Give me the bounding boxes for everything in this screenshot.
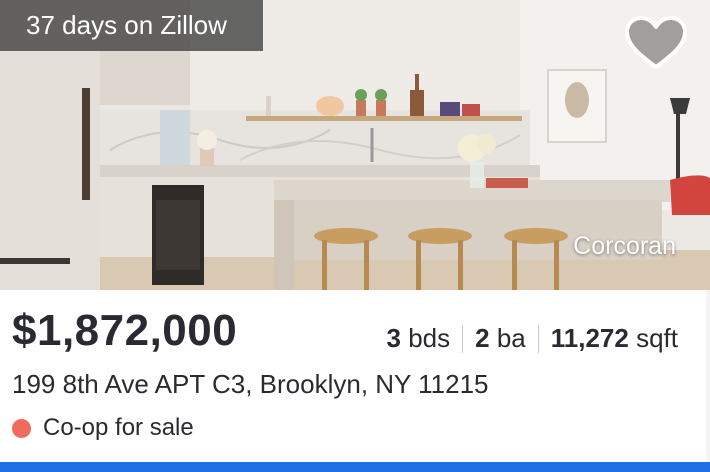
beds-value: 3: [386, 323, 401, 353]
baths-fact: 2 ba: [475, 323, 526, 354]
baths-unit: ba: [496, 323, 526, 353]
broker-name: Corcoran: [573, 232, 676, 260]
baths-value: 2: [475, 323, 490, 353]
beds-unit: bds: [408, 323, 451, 353]
listing-card[interactable]: 37 days on Zillow Corcoran $1,872,000 3 …: [0, 0, 710, 472]
heart-icon[interactable]: [624, 15, 688, 71]
sqft-unit: sqft: [636, 323, 678, 353]
status-label: Co-op for sale: [43, 414, 194, 441]
fact-divider: [462, 324, 464, 353]
accent-bar: [0, 462, 710, 472]
status-dot-icon: [12, 418, 31, 438]
sqft-fact: 11,272 sqft: [551, 323, 678, 354]
listing-address[interactable]: 199 8th Ave APT C3, Brooklyn, NY 11215: [12, 369, 489, 400]
card-edge: [706, 290, 710, 462]
sqft-value: 11,272: [550, 323, 629, 353]
listing-facts: 3 bds 2 ba 11,272 sqft: [387, 323, 679, 354]
listing-price: $1,872,000: [12, 306, 238, 355]
days-on-zillow-badge: 37 days on Zillow: [0, 0, 263, 51]
fact-divider: [537, 324, 539, 353]
listing-status: Co-op for sale: [12, 414, 194, 442]
listing-photo[interactable]: 37 days on Zillow Corcoran: [0, 0, 710, 290]
beds-fact: 3 bds: [387, 323, 451, 354]
